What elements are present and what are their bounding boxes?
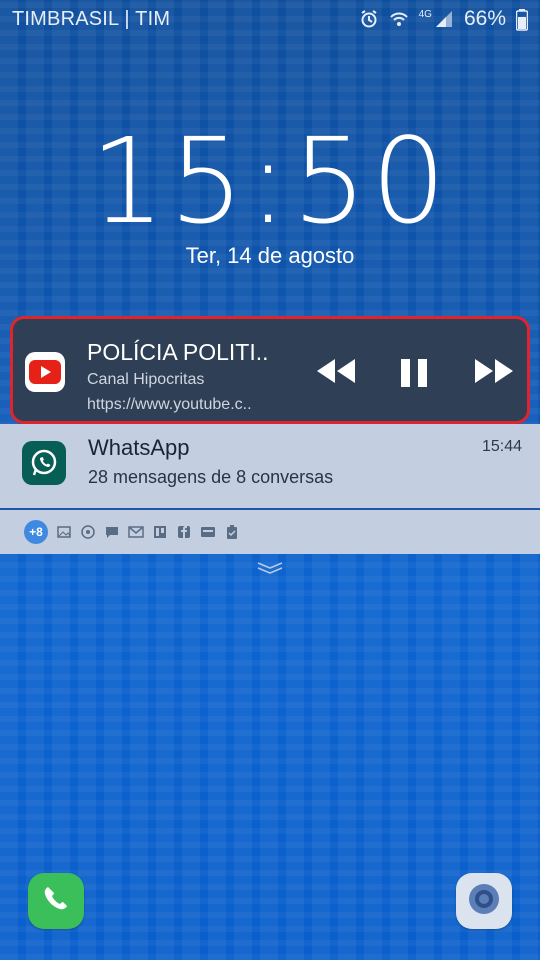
status-icons: 4G 66% bbox=[359, 7, 529, 31]
rewind-icon[interactable] bbox=[313, 357, 357, 390]
media-notification[interactable]: POLÍCIA POLITI.. Canal Hipocritas https:… bbox=[10, 316, 530, 424]
camera-shortcut-button[interactable] bbox=[456, 873, 512, 929]
alarm-icon bbox=[359, 9, 379, 29]
chat-icon bbox=[104, 524, 120, 540]
gallery-icon bbox=[56, 524, 72, 540]
facebook-icon bbox=[176, 524, 192, 540]
expand-chevron-icon[interactable] bbox=[256, 560, 284, 581]
battery-percentage: 66% bbox=[463, 7, 506, 30]
media-url: https://www.youtube.c.. bbox=[87, 396, 252, 413]
clipboard-icon bbox=[224, 524, 240, 540]
fast-forward-icon[interactable] bbox=[473, 357, 517, 390]
news-icon bbox=[200, 524, 216, 540]
pause-icon[interactable] bbox=[399, 357, 429, 394]
more-notifications-badge: +8 bbox=[24, 520, 48, 544]
phone-icon bbox=[40, 883, 72, 920]
whatsapp-time: 15:44 bbox=[481, 438, 522, 455]
gmail-icon bbox=[128, 524, 144, 540]
camera-icon bbox=[466, 881, 502, 922]
notification-icons-row[interactable]: +8 bbox=[0, 510, 540, 554]
carrier-name: TIMBRASIL | TIM bbox=[12, 7, 171, 30]
board-icon bbox=[152, 524, 168, 540]
lockscreen-date: Ter, 14 de agosto bbox=[185, 243, 355, 268]
whatsapp-notification[interactable]: WhatsApp 28 mensagens de 8 conversas 15:… bbox=[0, 424, 540, 508]
status-bar: TIMBRASIL | TIM 4G 66% bbox=[0, 0, 540, 38]
whatsapp-icon bbox=[22, 441, 66, 485]
phone-shortcut-button[interactable] bbox=[28, 873, 84, 929]
youtube-icon bbox=[25, 352, 65, 392]
media-title: POLÍCIA POLITI.. bbox=[87, 339, 269, 365]
wifi-icon bbox=[389, 9, 409, 29]
whatsapp-title: WhatsApp bbox=[88, 435, 190, 460]
sync-icon bbox=[80, 524, 96, 540]
whatsapp-summary: 28 mensagens de 8 conversas bbox=[88, 467, 334, 487]
lockscreen-clock: 15:50 bbox=[89, 112, 451, 250]
media-channel: Canal Hipocritas bbox=[87, 371, 205, 388]
battery-icon bbox=[515, 9, 529, 31]
signal-icon bbox=[434, 9, 454, 29]
network-type-label: 4G bbox=[418, 8, 432, 20]
